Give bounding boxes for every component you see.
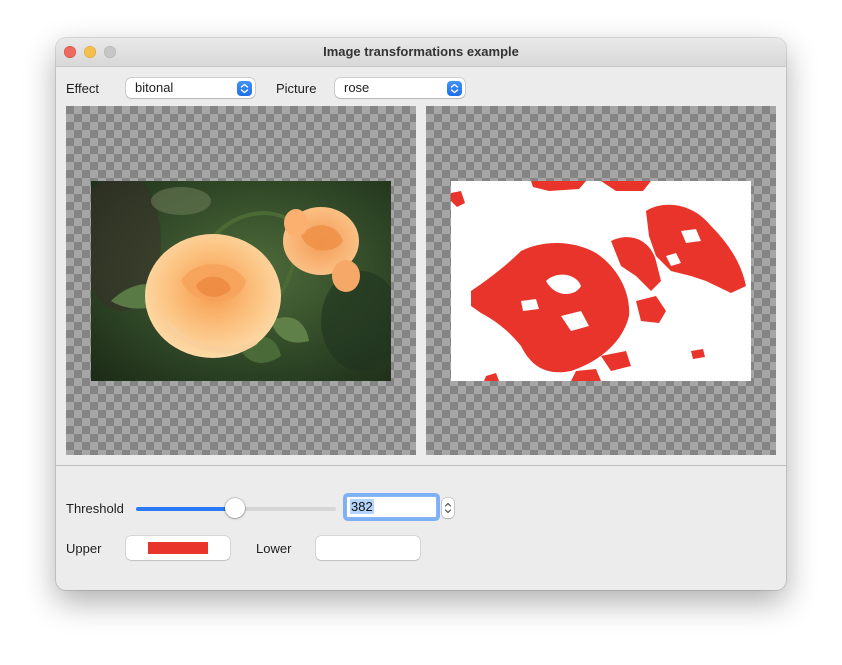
effect-label: Effect (66, 81, 100, 96)
upper-color-label: Upper (66, 541, 102, 556)
threshold-slider-fill (136, 507, 236, 511)
lower-color-swatch (338, 542, 398, 554)
upper-color-swatch (148, 542, 208, 554)
lower-color-well[interactable] (316, 536, 420, 560)
picture-select-value: rose (344, 80, 370, 95)
effect-select[interactable]: bitonal (126, 78, 255, 98)
original-image-panel (66, 106, 416, 455)
threshold-label: Threshold (66, 501, 124, 516)
threshold-stepper[interactable] (442, 498, 454, 518)
original-rose-image (91, 181, 391, 381)
picture-label: Picture (276, 81, 317, 96)
upper-color-well[interactable] (126, 536, 230, 560)
window-title: Image transformations example (323, 44, 519, 59)
threshold-slider-knob[interactable] (225, 498, 245, 518)
transformed-image-panel (426, 106, 776, 455)
app-window: Image transformations example Effect bit… (56, 38, 786, 590)
chevron-updown-icon (237, 81, 252, 96)
lower-color-label: Lower (256, 541, 292, 556)
title-bar: Image transformations example (56, 38, 786, 67)
chevron-updown-icon (447, 81, 462, 96)
picture-select[interactable]: rose (335, 78, 465, 98)
effect-select-value: bitonal (135, 80, 174, 95)
threshold-value-text: 382 (350, 499, 374, 514)
section-divider (56, 465, 786, 466)
transformed-rose-image (451, 181, 751, 381)
threshold-value-field[interactable]: 382 (346, 496, 437, 518)
stepper-arrows-icon (444, 502, 452, 514)
